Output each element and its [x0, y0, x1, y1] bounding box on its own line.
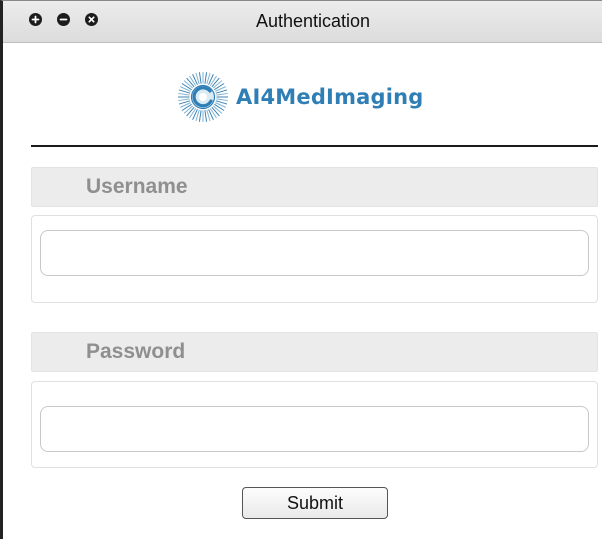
authentication-window: Authentication AI4MedImaging Username Pa… — [0, 0, 602, 539]
password-label: Password — [31, 332, 598, 372]
title-bar: Authentication — [3, 1, 602, 43]
username-field-box — [31, 215, 598, 303]
app-logo: AI4MedImaging — [175, 70, 424, 124]
logo-text: AI4MedImaging — [236, 85, 424, 109]
username-input[interactable] — [40, 230, 589, 276]
password-field-box — [31, 381, 598, 468]
header-divider — [31, 145, 598, 147]
password-input[interactable] — [40, 406, 589, 452]
username-label: Username — [31, 167, 598, 207]
radial-sunburst-logo-icon — [178, 72, 228, 122]
submit-button[interactable]: Submit — [242, 487, 388, 519]
window-title: Authentication — [255, 11, 371, 31]
